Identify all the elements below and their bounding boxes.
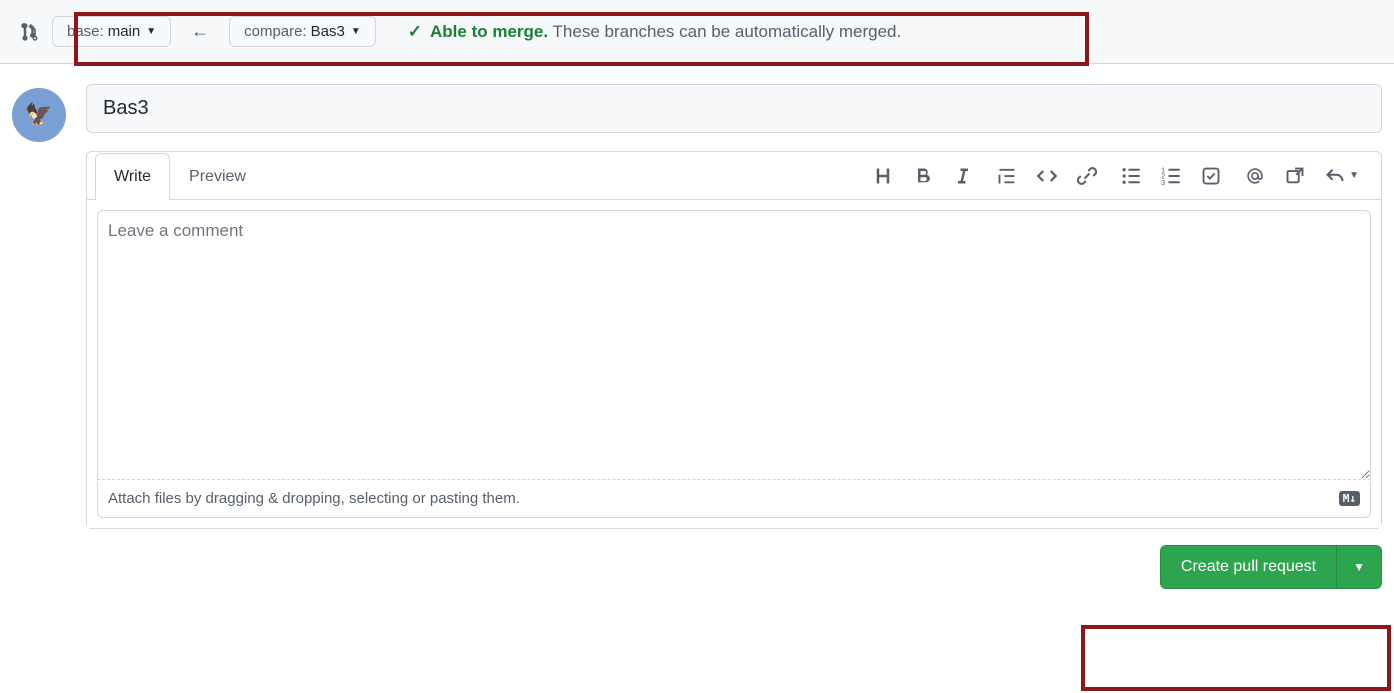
svg-text:3: 3	[1161, 177, 1165, 185]
check-icon: ✓	[408, 22, 422, 42]
cross-reference-icon[interactable]	[1285, 166, 1305, 186]
markdown-icon[interactable]: M↓	[1339, 491, 1360, 506]
compare-branch-selector[interactable]: compare: Bas3 ▼	[229, 16, 376, 47]
compare-label: compare:	[244, 23, 307, 40]
comment-textarea[interactable]	[97, 210, 1371, 480]
pr-form: Write Preview 123	[86, 84, 1382, 589]
attach-hint: Attach files by dragging & dropping, sel…	[108, 490, 520, 507]
actions-row: Create pull request ▼	[86, 529, 1382, 589]
tab-write[interactable]: Write	[95, 153, 170, 200]
merge-status-bold: Able to merge.	[430, 22, 548, 41]
base-label: base:	[67, 23, 104, 40]
main-area: 🦅 Write Preview	[0, 64, 1394, 609]
git-compare-icon	[20, 22, 40, 42]
mention-icon[interactable]	[1245, 166, 1265, 186]
caret-down-icon: ▼	[146, 26, 156, 37]
numbered-list-icon[interactable]: 123	[1161, 166, 1181, 186]
pr-title-input[interactable]	[86, 84, 1382, 133]
compare-bar: base: main ▼ ← compare: Bas3 ▼ ✓ Able to…	[0, 0, 1394, 64]
link-icon[interactable]	[1077, 166, 1097, 186]
reply-icon[interactable]	[1325, 166, 1345, 186]
base-branch-name: main	[108, 23, 141, 40]
base-branch-selector[interactable]: base: main ▼	[52, 16, 171, 47]
caret-down-icon[interactable]: ▼	[1349, 170, 1359, 181]
annotation-highlight-create	[1081, 625, 1391, 691]
create-pr-dropdown[interactable]: ▼	[1336, 546, 1381, 588]
avatar-image: 🦅	[25, 102, 52, 128]
bold-icon[interactable]	[913, 166, 933, 186]
markdown-toolbar: 123 ▼	[873, 166, 1373, 186]
task-list-icon[interactable]	[1201, 166, 1221, 186]
caret-down-icon: ▼	[351, 26, 361, 37]
italic-icon[interactable]	[953, 166, 973, 186]
comment-box: Write Preview 123	[86, 151, 1382, 529]
compare-branch-name: Bas3	[311, 23, 345, 40]
tab-preview[interactable]: Preview	[170, 153, 265, 200]
comment-area: Attach files by dragging & dropping, sel…	[87, 200, 1381, 528]
create-pr-button-group: Create pull request ▼	[1160, 545, 1382, 589]
tabs-row: Write Preview 123	[87, 152, 1381, 200]
avatar[interactable]: 🦅	[12, 88, 66, 142]
arrow-left-icon: ←	[183, 21, 217, 42]
merge-status-text: These branches can be automatically merg…	[553, 22, 902, 41]
code-icon[interactable]	[1037, 166, 1057, 186]
merge-status: ✓ Able to merge. These branches can be a…	[408, 22, 901, 42]
heading-icon[interactable]	[873, 166, 893, 186]
bullet-list-icon[interactable]	[1121, 166, 1141, 186]
attach-row[interactable]: Attach files by dragging & dropping, sel…	[97, 482, 1371, 518]
quote-icon[interactable]	[997, 166, 1017, 186]
create-pr-button[interactable]: Create pull request	[1161, 546, 1336, 588]
